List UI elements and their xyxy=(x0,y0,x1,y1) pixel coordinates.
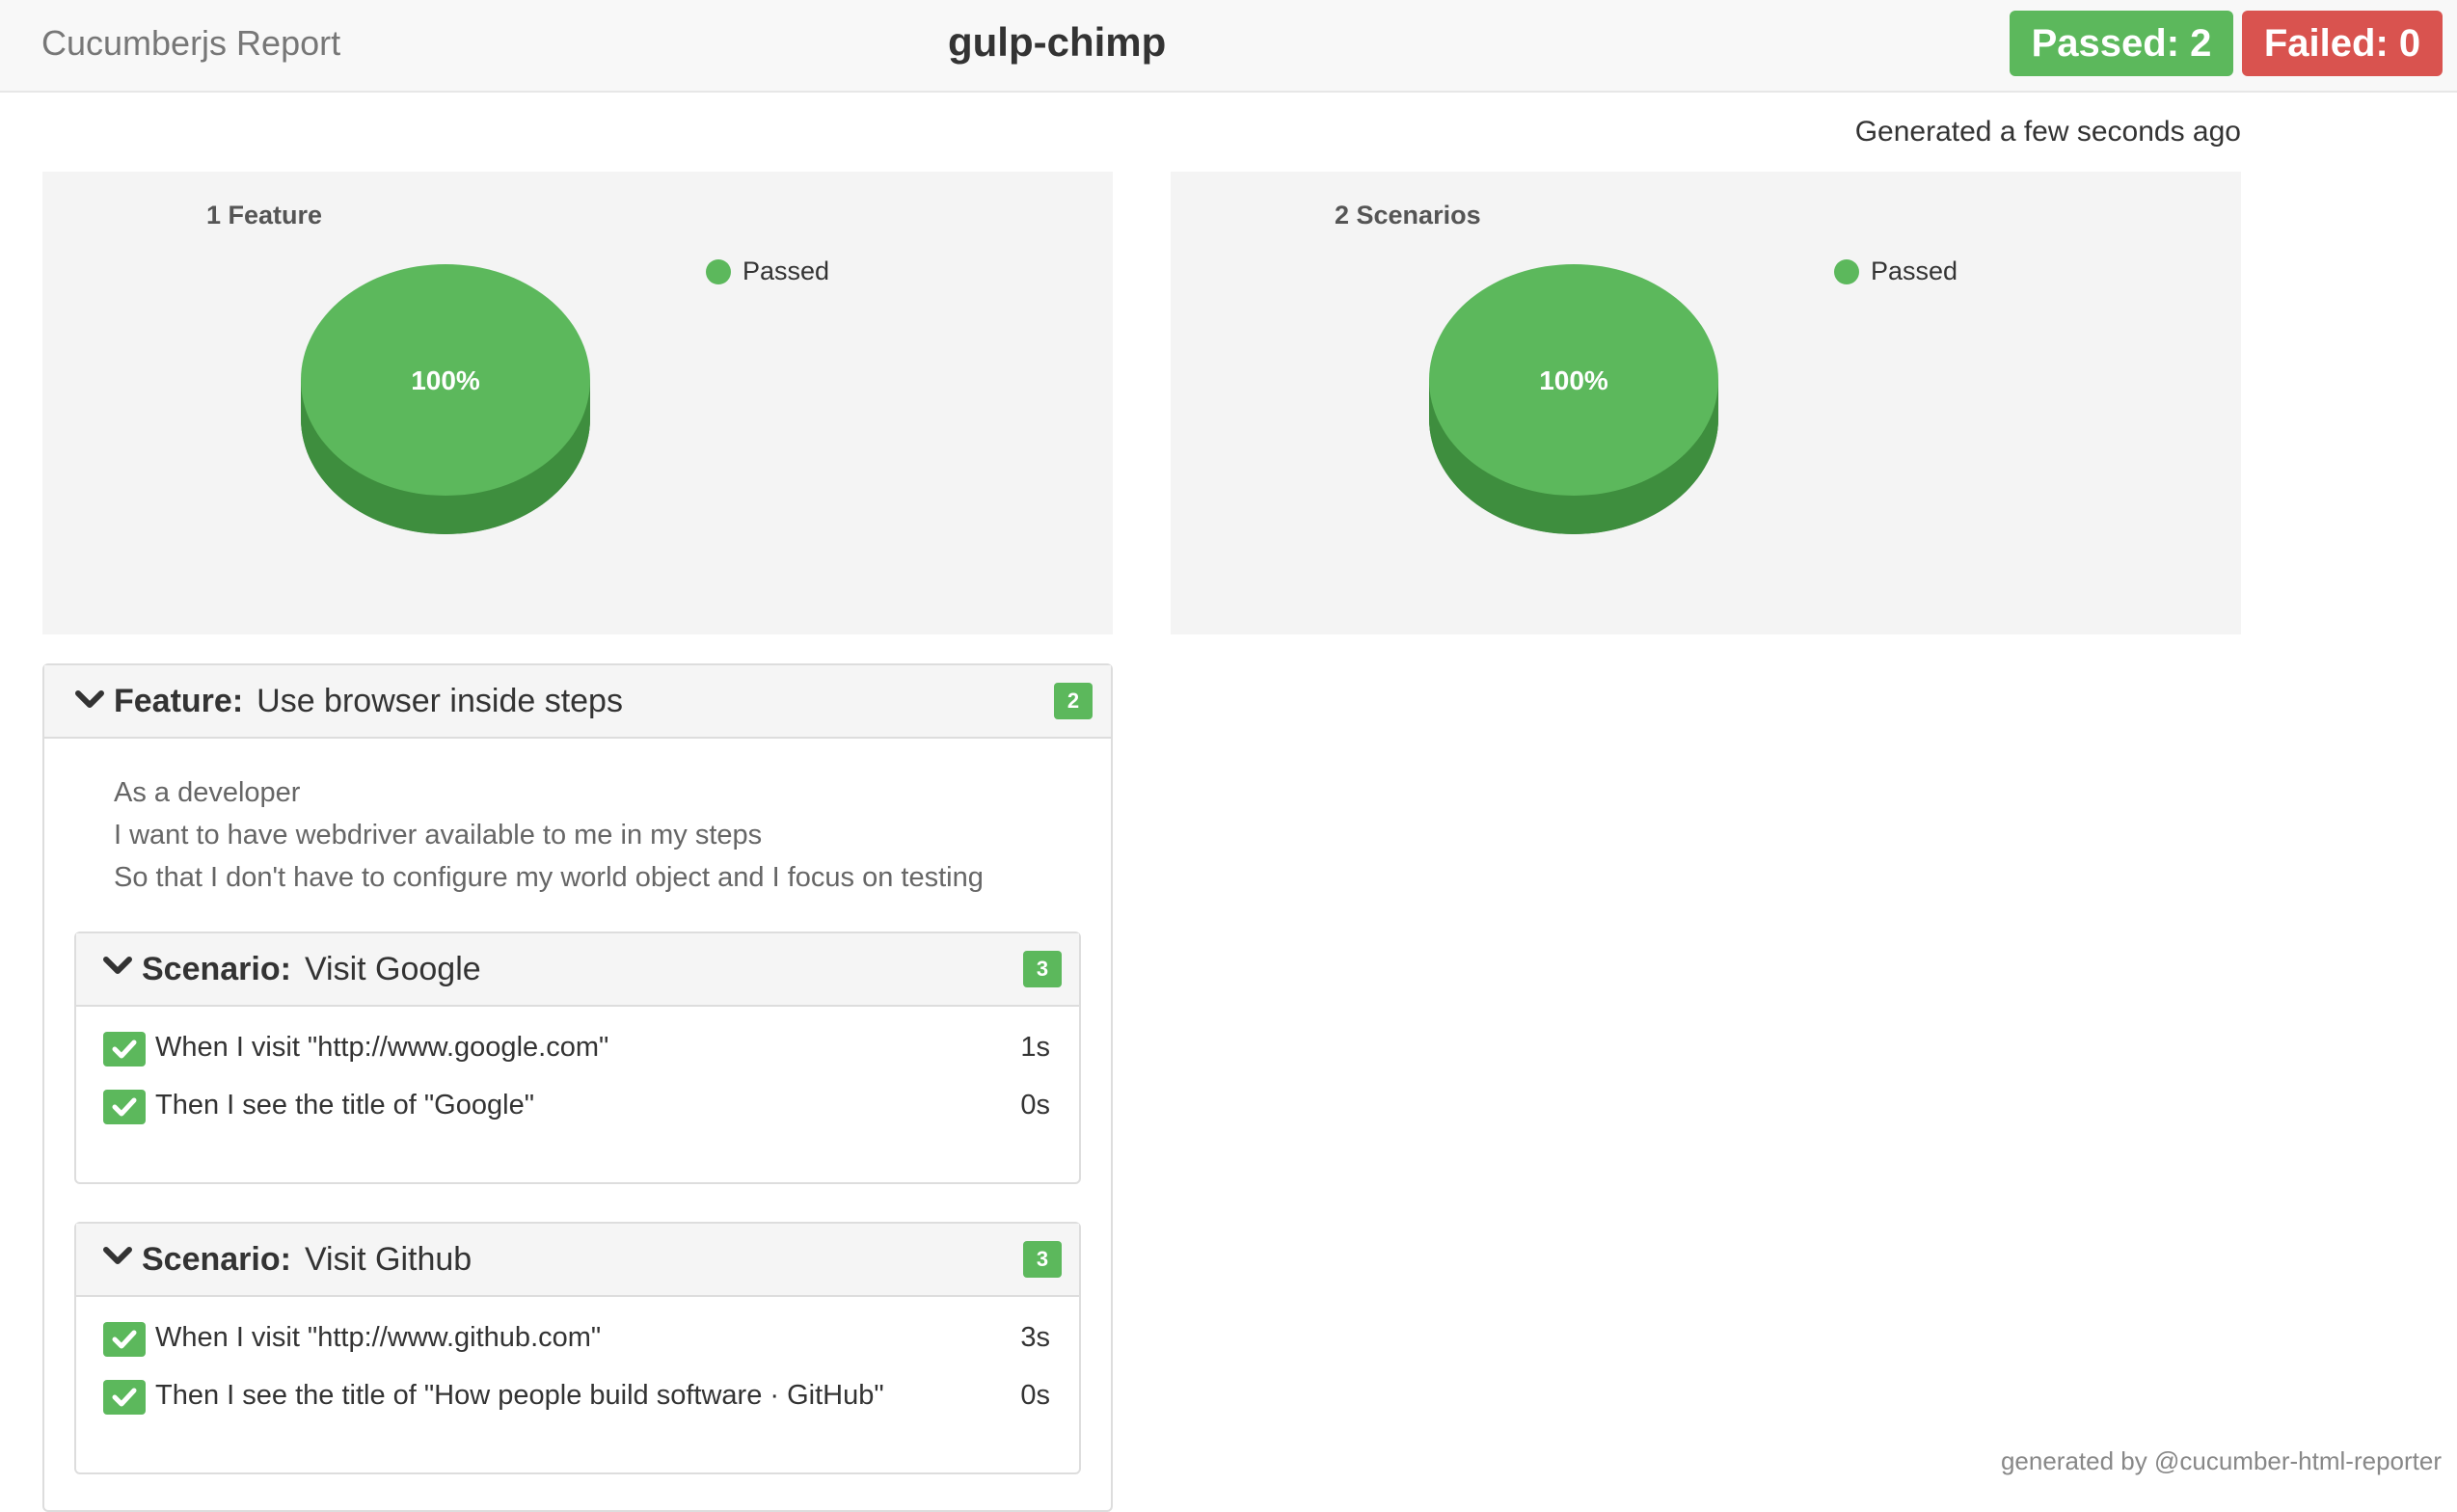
check-icon xyxy=(103,1380,146,1415)
scenarios-chart-title: 2 Scenarios xyxy=(1335,201,1481,230)
pie-percent-label: 100% xyxy=(411,365,480,395)
features-chart-title: 1 Feature xyxy=(206,201,323,230)
scenario-keyword: Scenario: xyxy=(142,951,291,987)
pie-percent-label: 100% xyxy=(1539,365,1608,395)
check-icon xyxy=(103,1322,146,1357)
scenario-panel-visit-github: Scenario: Visit Github 3 When I visit "ht… xyxy=(74,1222,1081,1474)
check-icon xyxy=(103,1032,146,1066)
feature-title: Feature: Use browser inside steps xyxy=(114,683,623,720)
step-row[interactable]: When I visit "http://www.google.com" 1s xyxy=(103,1028,1050,1070)
feature-description: As a developer I want to have webdriver … xyxy=(114,771,984,899)
scenario-step-count-badge: 3 xyxy=(1023,1241,1062,1278)
generated-time-text: Generated a few seconds ago xyxy=(1854,116,2241,148)
feature-header[interactable]: Feature: Use browser inside steps 2 xyxy=(44,665,1111,739)
feature-panel: Feature: Use browser inside steps 2 As a … xyxy=(42,663,1113,1512)
step-text: Then I see the title of "How people buil… xyxy=(155,1380,884,1411)
description-line: I want to have webdriver available to me… xyxy=(114,820,763,850)
feature-scenario-count-badge: 2 xyxy=(1054,683,1093,719)
chevron-down-icon[interactable] xyxy=(75,690,104,710)
footer-credit[interactable]: generated by @cucumber-html-reporter xyxy=(2001,1446,2442,1476)
navbar: Cucumberjs Report gulp-chimp Passed: 2 F… xyxy=(0,0,2457,93)
scenario-step-count-badge: 3 xyxy=(1023,951,1062,987)
scenario-keyword: Scenario: xyxy=(142,1241,291,1278)
brand-title[interactable]: Cucumberjs Report xyxy=(41,23,340,64)
feature-keyword: Feature: xyxy=(114,683,244,719)
step-row[interactable]: Then I see the title of "How people buil… xyxy=(103,1376,1050,1418)
passed-count-badge: Passed: 2 xyxy=(2010,11,2233,76)
step-row[interactable]: Then I see the title of "Google" 0s xyxy=(103,1086,1050,1128)
chevron-down-icon[interactable] xyxy=(103,957,132,976)
description-line: So that I don't have to configure my wor… xyxy=(114,862,984,893)
legend-passed-label: Passed xyxy=(742,256,830,285)
scenario-panel-visit-google: Scenario: Visit Google 3 When I visit "ht… xyxy=(74,932,1081,1184)
legend-passed-dot xyxy=(1834,258,1859,284)
step-duration: 0s xyxy=(1020,1380,1050,1411)
step-text: Then I see the title of "Google" xyxy=(155,1090,534,1120)
description-line: As a developer xyxy=(114,777,301,808)
step-text: When I visit "http://www.google.com" xyxy=(155,1032,609,1063)
scenarios-chart-panel: 2 Scenarios Passed 100% xyxy=(1171,172,2241,634)
scenario-title: Scenario: Visit Google xyxy=(142,951,481,988)
features-chart-legend[interactable]: Passed xyxy=(706,256,829,286)
scenario-name: Visit Google xyxy=(304,951,481,987)
chevron-down-icon[interactable] xyxy=(103,1247,132,1266)
legend-passed-label: Passed xyxy=(1871,256,1958,285)
project-title: gulp-chimp xyxy=(948,19,1167,65)
features-chart-panel: 1 Feature Passed 100% xyxy=(42,172,1113,634)
step-text: When I visit "http://www.github.com" xyxy=(155,1322,602,1353)
scenarios-chart-legend[interactable]: Passed xyxy=(1834,256,1958,286)
features-pie-chart[interactable]: 100% xyxy=(291,264,600,544)
scenarios-pie-chart[interactable]: 100% xyxy=(1419,264,1728,544)
scenario-name: Visit Github xyxy=(304,1241,472,1278)
scenario-title: Scenario: Visit Github xyxy=(142,1241,472,1279)
legend-passed-dot xyxy=(706,258,731,284)
scenario-header[interactable]: Scenario: Visit Github 3 xyxy=(76,1224,1079,1297)
scenario-header[interactable]: Scenario: Visit Google 3 xyxy=(76,933,1079,1007)
check-icon xyxy=(103,1090,146,1124)
failed-count-badge: Failed: 0 xyxy=(2242,11,2443,76)
step-row[interactable]: When I visit "http://www.github.com" 3s xyxy=(103,1318,1050,1361)
step-duration: 0s xyxy=(1020,1090,1050,1120)
step-duration: 3s xyxy=(1020,1322,1050,1353)
feature-name: Use browser inside steps xyxy=(256,683,623,719)
step-duration: 1s xyxy=(1020,1032,1050,1063)
